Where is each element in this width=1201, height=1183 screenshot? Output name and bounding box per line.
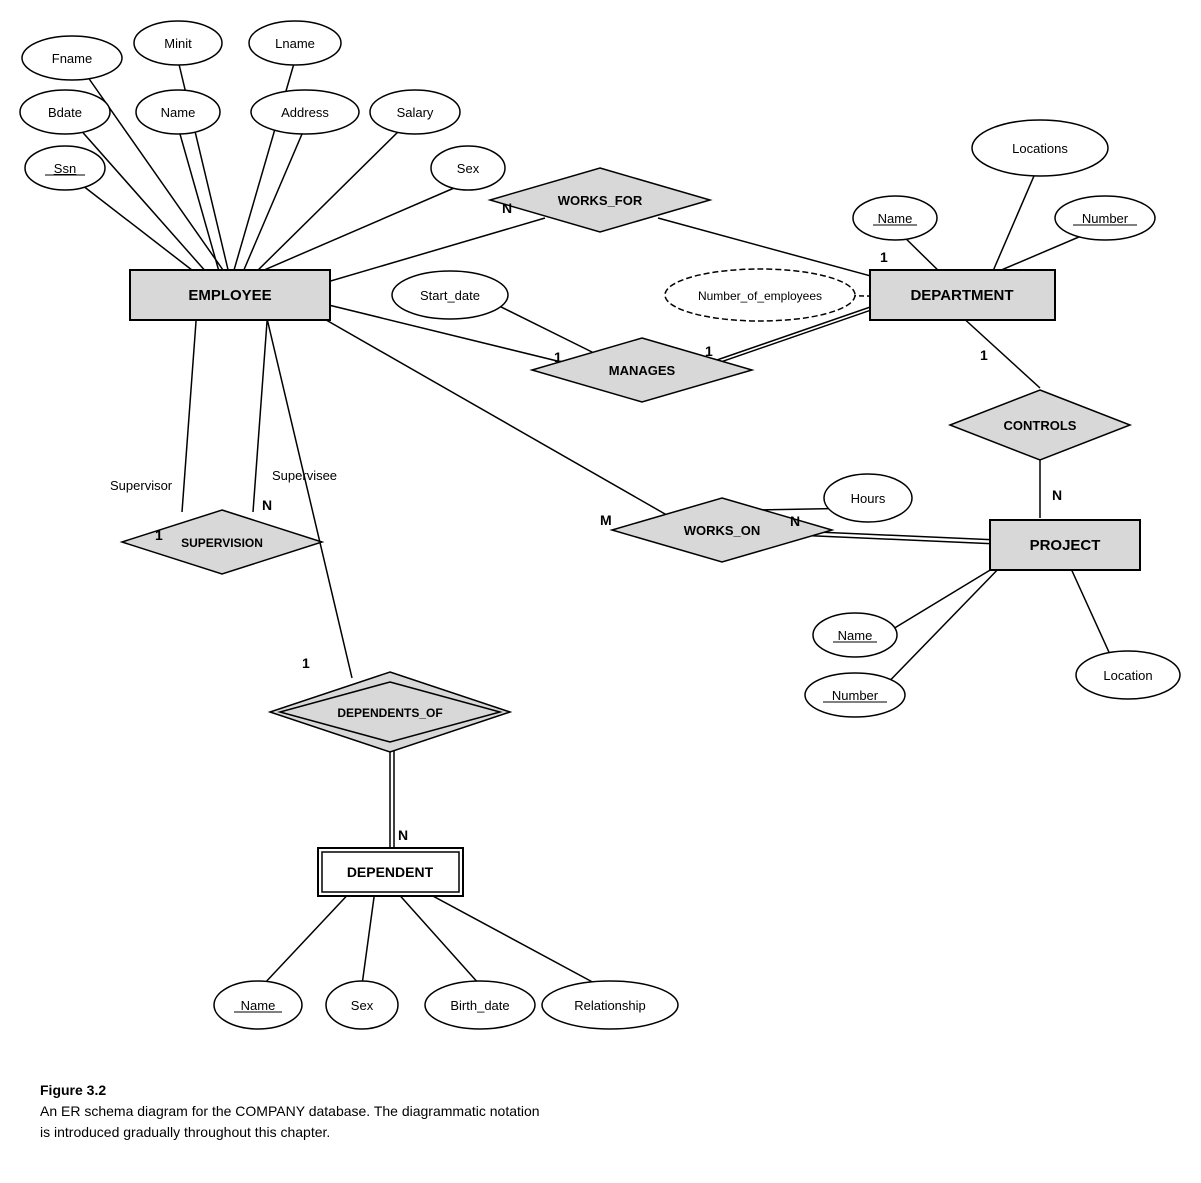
dep-sex-attr: Sex: [351, 998, 374, 1013]
hours-attr: Hours: [851, 491, 886, 506]
one-label-manages-dept: 1: [705, 343, 713, 359]
dept-number-attr: Number: [1082, 211, 1129, 226]
n-label-supervision-supervisee: N: [262, 497, 272, 513]
n-label-works-for-emp: N: [502, 200, 512, 216]
bdate-attr: Bdate: [48, 105, 82, 120]
dependents-of-label: DEPENDENTS_OF: [337, 706, 442, 720]
lname-attr: Lname: [275, 36, 315, 51]
birth-date-attr: Birth_date: [450, 998, 509, 1013]
ssn-attr: Ssn: [54, 161, 76, 176]
dep-name-attr: Name: [241, 998, 276, 1013]
m-label-works-on-emp: M: [600, 512, 612, 528]
employee-label: EMPLOYEE: [188, 287, 271, 304]
n-label-dependents-dep: N: [398, 827, 408, 843]
er-diagram: WORKS_FOR MANAGES WORKS_ON CONTROLS SUPE…: [0, 0, 1201, 1080]
supervisee-text: Supervisee: [272, 468, 337, 483]
works-on-label: WORKS_ON: [684, 523, 761, 538]
department-label: DEPARTMENT: [910, 287, 1013, 304]
relationship-attr: Relationship: [574, 998, 646, 1013]
one-label-works-for-dept: 1: [880, 249, 888, 265]
address-attr: Address: [281, 105, 329, 120]
one-label-dependents-emp: 1: [302, 655, 310, 671]
supervision-label: SUPERVISION: [181, 536, 263, 550]
project-label: PROJECT: [1030, 537, 1101, 554]
n-label-controls-proj: N: [1052, 487, 1062, 503]
figure-number: Figure 3.2: [40, 1082, 106, 1098]
works-for-label: WORKS_FOR: [558, 193, 643, 208]
caption-line2: is introduced gradually throughout this …: [40, 1124, 330, 1140]
n-label-works-on-proj: N: [790, 513, 800, 529]
one-label-manages-emp: 1: [554, 349, 562, 365]
fname-attr: Fname: [52, 51, 92, 66]
figure-caption: Figure 3.2 An ER schema diagram for the …: [20, 1070, 1201, 1163]
name-emp-attr: Name: [161, 105, 196, 120]
dept-name-attr: Name: [878, 211, 913, 226]
start-date-attr: Start_date: [420, 288, 480, 303]
locations-attr: Locations: [1012, 141, 1068, 156]
proj-name-attr: Name: [838, 628, 873, 643]
proj-number-attr: Number: [832, 688, 879, 703]
salary-attr: Salary: [397, 105, 434, 120]
supervisor-text: Supervisor: [110, 478, 173, 493]
one-label-controls-dept: 1: [980, 347, 988, 363]
minit-attr: Minit: [164, 36, 192, 51]
manages-label: MANAGES: [609, 363, 676, 378]
sex-emp-attr: Sex: [457, 161, 480, 176]
controls-label: CONTROLS: [1004, 418, 1077, 433]
dependent-label: DEPENDENT: [347, 864, 434, 880]
location-attr: Location: [1103, 668, 1152, 683]
caption-line1: An ER schema diagram for the COMPANY dat…: [40, 1103, 540, 1119]
num-employees-attr: Number_of_employees: [698, 289, 822, 303]
one-label-supervision-supervisor: 1: [155, 527, 163, 543]
